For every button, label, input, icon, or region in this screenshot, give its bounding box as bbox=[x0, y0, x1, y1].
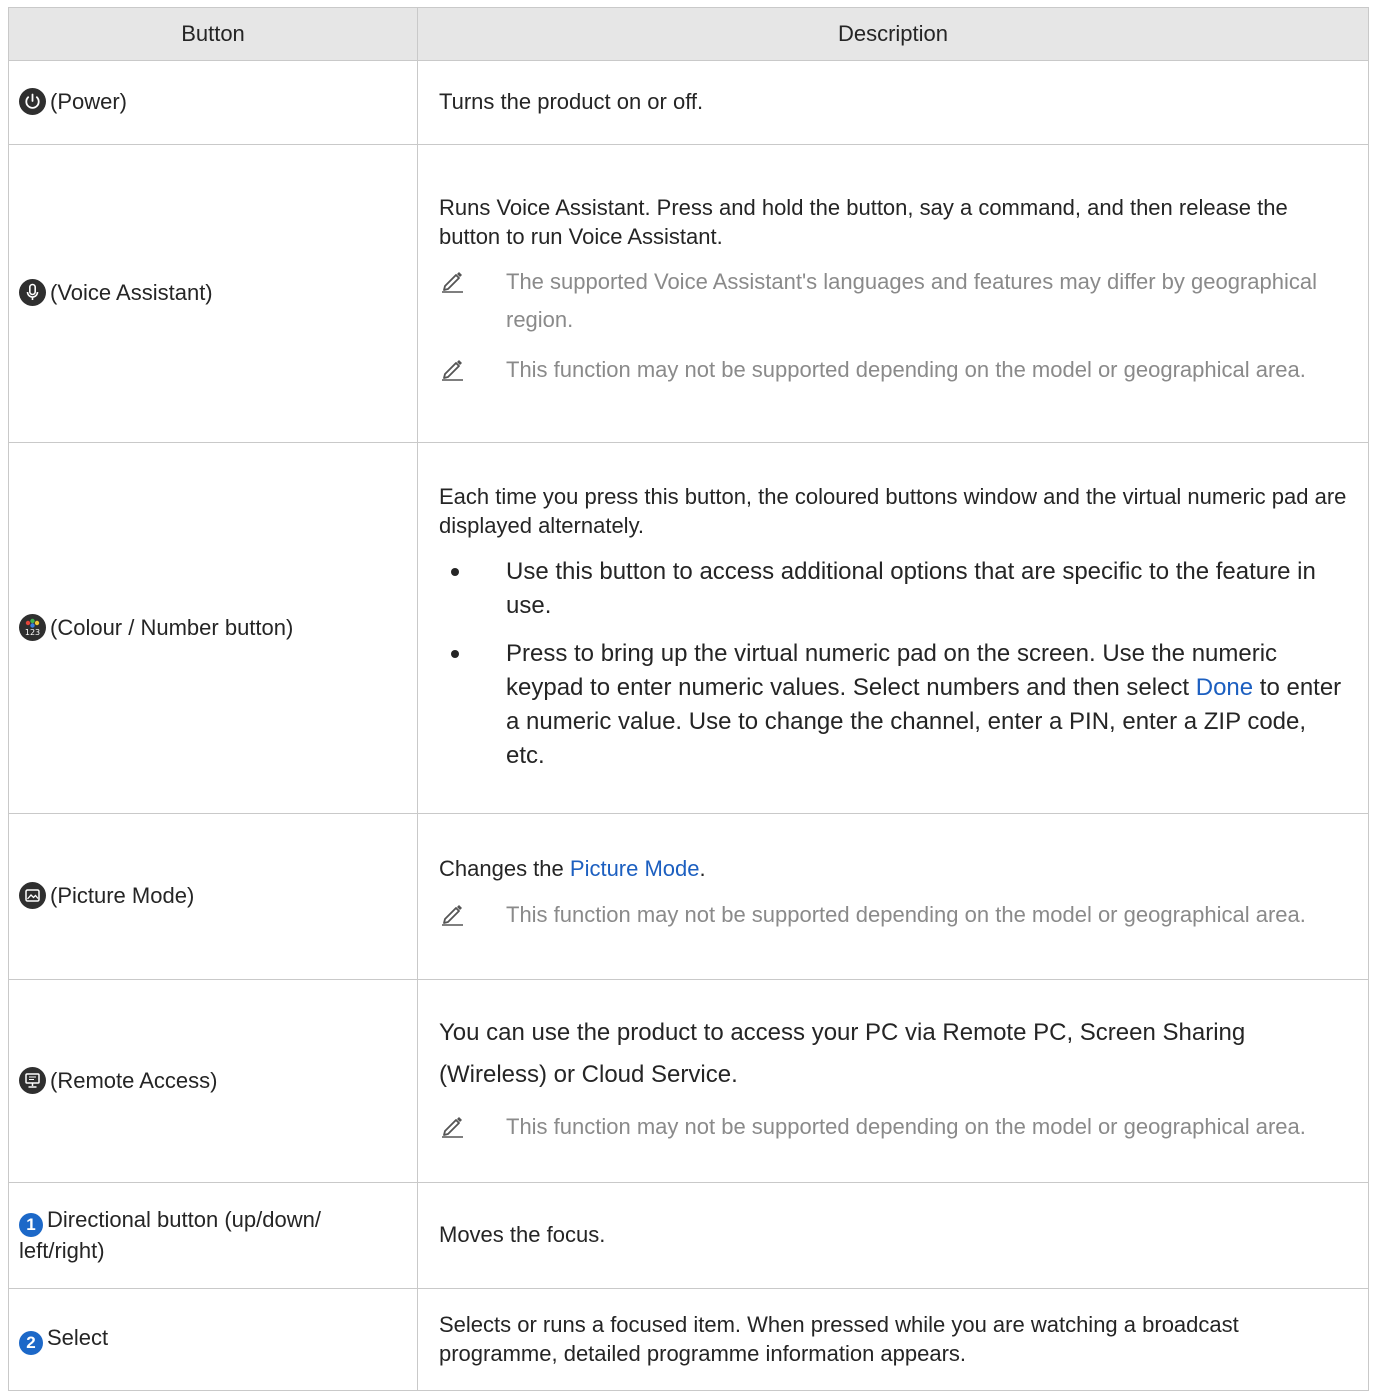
button-cell: (Power) bbox=[8, 60, 418, 145]
bullet-icon bbox=[439, 555, 506, 623]
picture-mode-link-text: Picture Mode bbox=[569, 856, 700, 882]
number-badge: 1 bbox=[19, 1212, 43, 1237]
button-cell: 2 Select bbox=[8, 1288, 418, 1391]
description-cell: Turns the product on or off. bbox=[417, 60, 1369, 145]
button-label: Directional button (up/down/ left/right) bbox=[19, 1206, 321, 1263]
picture-mode-icon bbox=[19, 882, 46, 910]
pencil-note-icon bbox=[439, 263, 506, 339]
table-header-row: Button Description bbox=[8, 7, 1369, 61]
table-row: (Remote Access) You can use the product … bbox=[8, 979, 1369, 1183]
note-text: This function may not be supported depen… bbox=[506, 357, 1306, 383]
pencil-note-icon bbox=[439, 896, 506, 938]
description-text: Each time you press this button, the col… bbox=[439, 484, 1347, 538]
button-label: (Voice Assistant) bbox=[50, 280, 213, 306]
note-text: This function may not be supported depen… bbox=[506, 1114, 1306, 1139]
list-item: Press to bring up the virtual numeric pa… bbox=[439, 637, 1348, 773]
header-button: Button bbox=[8, 7, 418, 61]
header-description: Description bbox=[417, 7, 1369, 61]
power-icon bbox=[19, 88, 46, 116]
table-row: 2 Select Selects or runs a focused item. … bbox=[8, 1288, 1369, 1391]
description-text: Changes the Picture Mode. bbox=[439, 855, 1348, 884]
microphone-icon bbox=[19, 279, 46, 307]
description-cell: Moves the focus. bbox=[417, 1182, 1369, 1289]
button-cell: (Picture Mode) bbox=[8, 813, 418, 980]
description-text: Selects or runs a focused item. When pre… bbox=[439, 1311, 1239, 1366]
button-label: (Colour / Number button) bbox=[50, 614, 294, 640]
table-row: 1 Directional button (up/down/ left/right… bbox=[8, 1182, 1369, 1289]
button-cell: 123 (Colour / Number button) bbox=[8, 442, 418, 814]
description-text: Runs Voice Assistant. Press and hold the… bbox=[439, 194, 1288, 249]
bullet-text: Press to bring up the virtual numeric pa… bbox=[506, 639, 1278, 701]
bullet-list: Use this button to access additional opt… bbox=[439, 555, 1348, 773]
table-row: (Picture Mode) Changes the Picture Mode.… bbox=[8, 813, 1369, 980]
bullet-icon bbox=[439, 637, 506, 773]
table-row: (Power) Turns the product on or off. bbox=[8, 60, 1369, 145]
description-prefix: Changes the bbox=[439, 856, 564, 882]
number-badge: 2 bbox=[19, 1331, 43, 1355]
button-cell: (Remote Access) bbox=[8, 979, 418, 1183]
svg-text:123: 123 bbox=[25, 628, 40, 637]
remote-access-icon bbox=[19, 1066, 46, 1094]
button-cell: 1 Directional button (up/down/ left/right… bbox=[8, 1182, 418, 1289]
description-text: You can use the product to access your P… bbox=[439, 1019, 1246, 1088]
done-link-text: Done bbox=[1195, 673, 1254, 701]
note: This function may not be supported depen… bbox=[439, 351, 1348, 393]
button-description-table: Button Description (Power) Turns the pro… bbox=[8, 7, 1369, 1391]
note-text: This function may not be supported depen… bbox=[506, 901, 1306, 927]
bullet-text: Use this button to access additional opt… bbox=[506, 557, 1316, 619]
description-cell: You can use the product to access your P… bbox=[417, 979, 1369, 1183]
description-cell: Runs Voice Assistant. Press and hold the… bbox=[417, 144, 1369, 443]
color-number-icon: 123 bbox=[19, 613, 46, 641]
button-label: (Remote Access) bbox=[50, 1067, 218, 1093]
note: This function may not be supported depen… bbox=[439, 1108, 1348, 1150]
table-row: 123 (Colour / Number button) Each time y… bbox=[8, 442, 1369, 814]
pencil-note-icon bbox=[439, 1108, 506, 1150]
description-text: Moves the focus. bbox=[439, 1222, 606, 1248]
button-label: (Picture Mode) bbox=[50, 883, 195, 909]
description-suffix: . bbox=[699, 856, 706, 882]
description-cell: Selects or runs a focused item. When pre… bbox=[417, 1288, 1369, 1391]
description-text: Turns the product on or off. bbox=[439, 89, 704, 115]
note: The supported Voice Assistant's language… bbox=[439, 263, 1348, 339]
note-text: The supported Voice Assistant's language… bbox=[506, 269, 1317, 333]
list-item: Use this button to access additional opt… bbox=[439, 555, 1348, 623]
button-cell: (Voice Assistant) bbox=[8, 144, 418, 443]
button-label: Select bbox=[47, 1325, 109, 1350]
note: This function may not be supported depen… bbox=[439, 896, 1348, 938]
table-row: (Voice Assistant) Runs Voice Assistant. … bbox=[8, 144, 1369, 443]
description-cell: Changes the Picture Mode. This function … bbox=[417, 813, 1369, 980]
button-label: (Power) bbox=[50, 89, 128, 115]
pencil-note-icon bbox=[439, 351, 506, 393]
description-cell: Each time you press this button, the col… bbox=[417, 442, 1369, 814]
